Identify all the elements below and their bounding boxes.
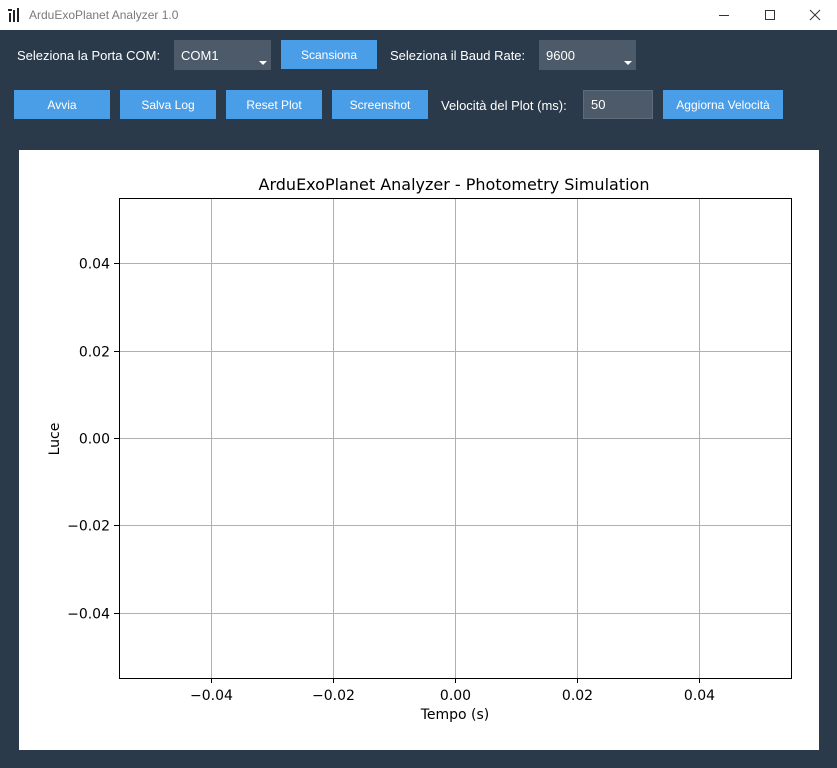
y-tick-label: 0.02 [79, 345, 110, 361]
maximize-icon [765, 10, 775, 20]
screenshot-button[interactable]: Screenshot [332, 90, 428, 119]
x-tick-label: 0.00 [440, 688, 471, 704]
app-icon [8, 8, 19, 22]
reset-plot-button[interactable]: Reset Plot [226, 90, 322, 119]
com-port-select[interactable]: COM1 [174, 40, 271, 70]
y-tick-label: −0.02 [67, 519, 110, 535]
close-icon [809, 9, 821, 21]
baud-rate-value: 9600 [546, 47, 575, 63]
start-button[interactable]: Avvia [14, 90, 110, 119]
plot-speed-input[interactable]: 50 [583, 90, 653, 119]
x-tick-label: −0.02 [312, 688, 355, 704]
com-port-label: Seleziona la Porta COM: [17, 48, 161, 63]
chart-ticks: −0.04 −0.02 0.00 0.02 0.04 0.04 0.02 0.00 −0.02 −… [67, 257, 715, 705]
com-port-value: COM1 [181, 47, 219, 63]
window-title: ArduExoPlanet Analyzer 1.0 [29, 8, 179, 22]
chart-grid [119, 198, 791, 678]
y-tick-label: 0.00 [79, 432, 110, 448]
plot-canvas: ArduExoPlanet Analyzer - Photometry Simu… [19, 150, 819, 750]
save-log-button[interactable]: Salva Log [120, 90, 216, 119]
x-tick-label: 0.04 [684, 688, 715, 704]
close-button[interactable] [792, 0, 837, 30]
plot-speed-value: 50 [591, 97, 606, 112]
y-axis-label: Luce [47, 423, 63, 456]
chevron-down-icon [259, 61, 267, 65]
x-axis-label: Tempo (s) [420, 707, 490, 723]
update-speed-button[interactable]: Aggiorna Velocità [663, 90, 783, 119]
x-tick-label: 0.02 [562, 688, 593, 704]
minimize-icon [719, 15, 729, 16]
maximize-button[interactable] [747, 0, 793, 30]
plot-speed-label: Velocità del Plot (ms): [441, 98, 567, 113]
chevron-down-icon [624, 61, 632, 65]
title-bar: ArduExoPlanet Analyzer 1.0 [0, 0, 837, 30]
baud-rate-label: Seleziona il Baud Rate: [390, 48, 526, 63]
y-tick-label: 0.04 [79, 257, 110, 273]
x-tick-label: −0.04 [190, 688, 233, 704]
minimize-button[interactable] [701, 0, 747, 30]
photometry-chart: ArduExoPlanet Analyzer - Photometry Simu… [47, 175, 792, 723]
y-tick-label: −0.04 [67, 607, 110, 623]
chart-title: ArduExoPlanet Analyzer - Photometry Simu… [259, 175, 650, 194]
baud-rate-select[interactable]: 9600 [539, 40, 636, 70]
scan-button[interactable]: Scansiona [281, 40, 377, 69]
